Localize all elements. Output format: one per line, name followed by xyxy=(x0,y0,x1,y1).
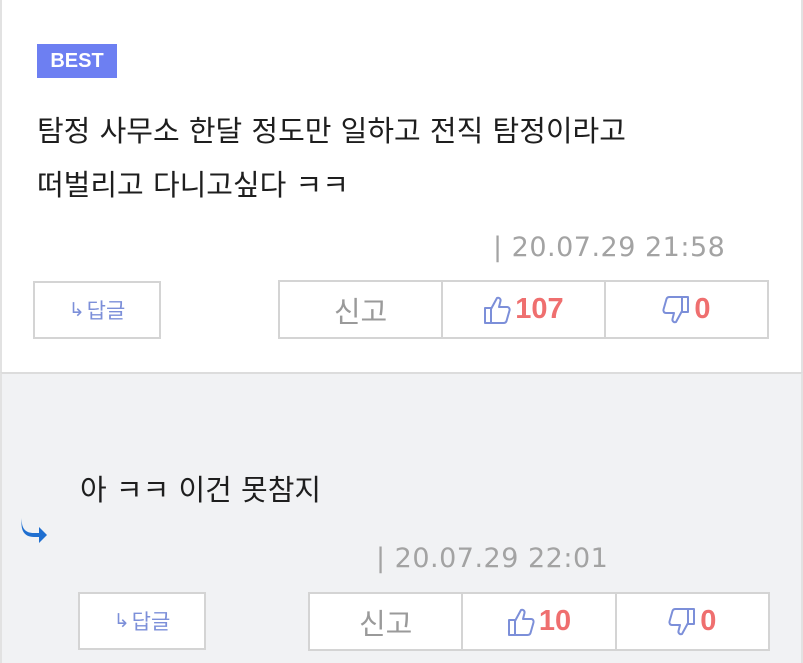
best-comment-line-2: 떠벌리고 다니고싶다 ㅋㅋ xyxy=(37,168,349,202)
reply-comment-timestamp: | 20.07.29 22:01 xyxy=(376,543,609,574)
reply-arrow-icon: ↳ xyxy=(68,299,85,321)
reply-button[interactable]: ↳ 답글 xyxy=(33,281,161,339)
like-button[interactable]: 107 xyxy=(443,282,606,337)
reply-arrow-icon: ↳ xyxy=(113,610,130,632)
report-button-2[interactable]: 신고 xyxy=(310,594,464,649)
reply-button-label: 답글 xyxy=(131,610,171,634)
thumbs-up-icon xyxy=(507,608,535,636)
reply-comment-text: 아 ㅋㅋ 이건 못참지 xyxy=(80,473,322,507)
reply-comment-actions: 신고 10 0 xyxy=(308,592,770,651)
dislike-count: 0 xyxy=(694,293,711,325)
dislike-button-2[interactable]: 0 xyxy=(617,594,768,649)
dislike-count: 0 xyxy=(700,605,717,637)
thumbs-up-icon xyxy=(484,296,511,324)
thumbs-down-icon xyxy=(662,295,690,323)
reply-button-label: 답글 xyxy=(86,299,126,323)
dislike-button[interactable]: 0 xyxy=(606,282,767,337)
best-comment-timestamp: | 20.07.29 21:58 xyxy=(493,232,726,263)
report-button[interactable]: 신고 xyxy=(280,282,443,337)
best-comment-text: 탐정 사무소 한달 정도만 일하고 전직 탐정이라고 떠벌리고 다니고싶다 ㅋㅋ xyxy=(37,104,757,212)
best-badge: BEST xyxy=(37,44,117,78)
best-comment-actions: 신고 107 0 xyxy=(278,280,769,339)
reply-button-2[interactable]: ↳ 답글 xyxy=(78,592,206,650)
like-button-2[interactable]: 10 xyxy=(463,594,617,649)
reply-indicator-icon xyxy=(21,518,47,543)
report-button-label: 신고 xyxy=(358,606,413,641)
best-comment-line-1: 탐정 사무소 한달 정도만 일하고 전직 탐정이라고 xyxy=(37,114,626,148)
thumbs-down-icon xyxy=(668,607,696,635)
report-button-label: 신고 xyxy=(333,294,388,329)
like-count: 10 xyxy=(538,605,572,637)
like-count: 107 xyxy=(515,293,564,325)
